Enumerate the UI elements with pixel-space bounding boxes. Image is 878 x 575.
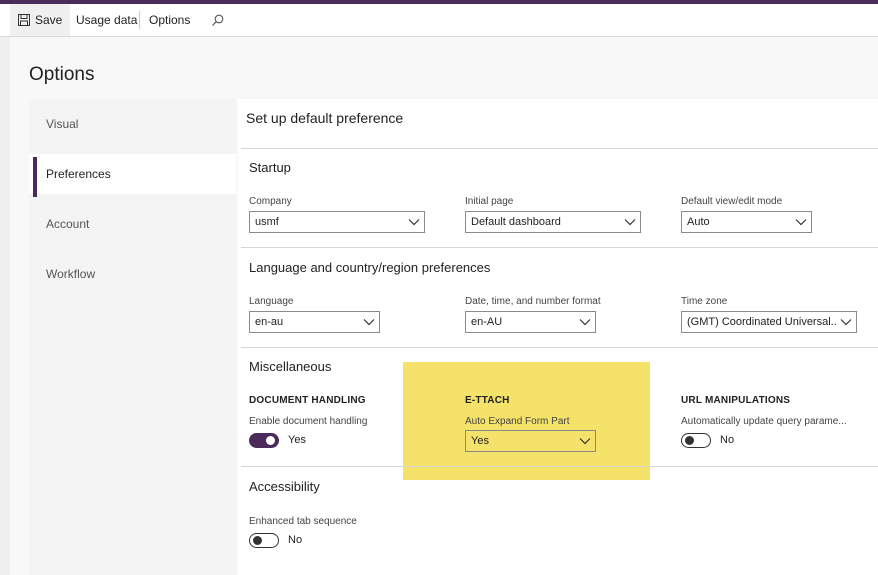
document-handling-toggle[interactable] <box>249 433 279 448</box>
company-value: usmf <box>255 216 279 228</box>
auto-expand-select[interactable]: Yes <box>465 430 596 452</box>
toolbar-separator <box>139 11 140 29</box>
url-update-value: No <box>720 434 735 446</box>
initial-page-select[interactable]: Default dashboard <box>465 211 641 233</box>
document-handling-group: DOCUMENT HANDLING <box>249 395 366 406</box>
chevron-down-icon <box>575 318 595 326</box>
toggle-knob <box>266 436 275 445</box>
company-select[interactable]: usmf <box>249 211 425 233</box>
view-mode-label: Default view/edit mode <box>681 196 783 207</box>
timezone-select[interactable]: (GMT) Coordinated Universal... <box>681 311 857 333</box>
navigation-strip <box>0 37 10 575</box>
section-divider <box>241 347 878 348</box>
section-divider <box>241 247 878 248</box>
usage-data-button[interactable]: Usage data <box>76 4 137 36</box>
format-value: en-AU <box>471 316 503 328</box>
ettach-group: E-TTACH <box>465 395 510 406</box>
section-accessibility-title: Accessibility <box>249 479 320 494</box>
section-divider <box>241 466 878 467</box>
initial-page-label: Initial page <box>465 196 514 207</box>
enhanced-tab-label: Enhanced tab sequence <box>249 516 357 527</box>
tab-workflow[interactable]: Workflow <box>29 254 236 294</box>
section-language-title: Language and country/region preferences <box>249 260 491 275</box>
save-button[interactable]: Save <box>10 4 71 36</box>
section-divider <box>241 148 878 149</box>
options-tab-list: Visual Preferences Account Workflow <box>29 99 236 575</box>
chevron-down-icon <box>620 218 640 226</box>
tab-visual[interactable]: Visual <box>29 104 236 144</box>
options-label: Options <box>149 13 191 27</box>
section-misc-title: Miscellaneous <box>249 359 332 374</box>
view-mode-select[interactable]: Auto <box>681 211 812 233</box>
view-mode-value: Auto <box>687 216 710 228</box>
save-icon <box>18 14 30 26</box>
usage-data-label: Usage data <box>76 13 138 27</box>
url-update-label: Automatically update query parame... <box>681 416 847 427</box>
url-update-toggle[interactable] <box>681 433 711 448</box>
url-manipulations-group: URL MANIPULATIONS <box>681 395 791 406</box>
panel-title: Set up default preference <box>246 110 404 126</box>
chevron-down-icon <box>404 218 424 226</box>
save-label: Save <box>35 13 63 27</box>
tab-workflow-label: Workflow <box>46 267 96 281</box>
tab-preferences[interactable]: Preferences <box>29 154 236 197</box>
action-pane: Save Usage data Options <box>0 4 878 37</box>
document-handling-label: Enable document handling <box>249 416 368 427</box>
auto-expand-label: Auto Expand Form Part <box>465 416 570 427</box>
language-select[interactable]: en-au <box>249 311 380 333</box>
language-value: en-au <box>255 316 284 328</box>
document-handling-value: Yes <box>288 434 306 446</box>
search-button[interactable] <box>211 4 224 36</box>
chevron-down-icon <box>359 318 379 326</box>
enhanced-tab-toggle[interactable] <box>249 533 279 548</box>
tab-account-label: Account <box>46 217 90 231</box>
preferences-panel: Set up default preference Startup Compan… <box>238 99 878 575</box>
toggle-knob <box>685 436 694 445</box>
section-startup-title: Startup <box>249 160 291 175</box>
options-button[interactable]: Options <box>149 4 190 36</box>
search-icon <box>211 14 224 27</box>
auto-expand-value: Yes <box>471 435 489 447</box>
company-label: Company <box>249 196 292 207</box>
timezone-value: (GMT) Coordinated Universal... <box>687 316 836 328</box>
chevron-down-icon <box>791 218 811 226</box>
enhanced-tab-value: No <box>288 534 303 546</box>
chevron-down-icon <box>836 318 856 326</box>
tab-preferences-label: Preferences <box>46 167 111 181</box>
chevron-down-icon <box>575 437 595 445</box>
toggle-knob <box>253 536 262 545</box>
tab-visual-label: Visual <box>46 117 79 131</box>
tab-account[interactable]: Account <box>29 204 236 244</box>
language-label: Language <box>249 296 294 307</box>
format-select[interactable]: en-AU <box>465 311 596 333</box>
page-title: Options <box>29 64 95 85</box>
initial-page-value: Default dashboard <box>471 216 561 228</box>
format-label: Date, time, and number format <box>465 296 601 307</box>
timezone-label: Time zone <box>681 296 728 307</box>
